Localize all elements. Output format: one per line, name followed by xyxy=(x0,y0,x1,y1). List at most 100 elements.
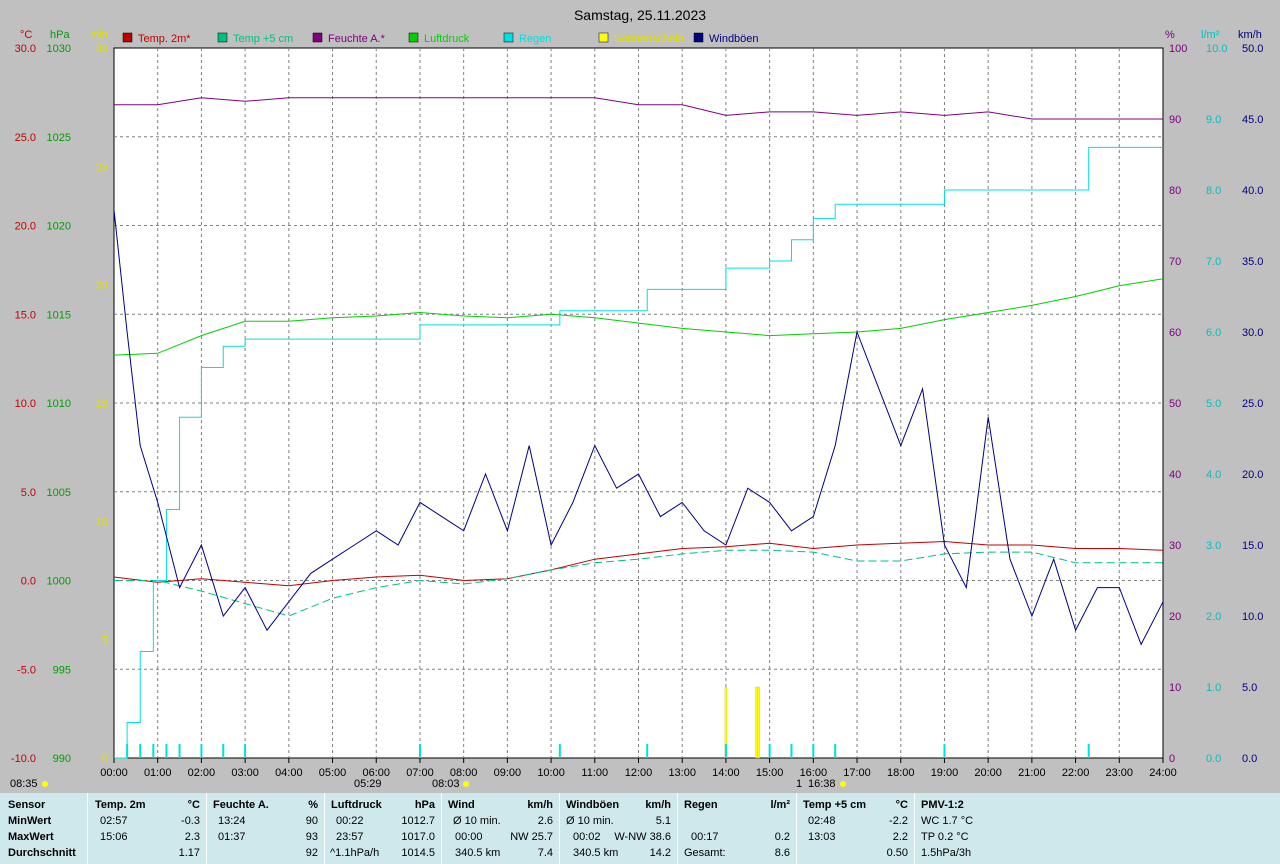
temp-axis-tick: 30.0 xyxy=(15,43,36,55)
sun-axis-tick: 5 xyxy=(102,635,108,647)
rain-tick xyxy=(165,744,168,758)
pressure-axis-tick: 1015 xyxy=(47,309,71,321)
pressure-axis-tick: 1025 xyxy=(47,132,71,144)
x-tick-label: 18:00 xyxy=(887,767,915,779)
header-wind: Wind xyxy=(448,799,475,811)
header-feuchte-unit: % xyxy=(308,799,318,811)
temp-axis-tick: 20.0 xyxy=(15,221,36,233)
x-tick-label: 10:00 xyxy=(537,767,565,779)
legend-label: Windböen xyxy=(709,33,759,45)
sun-markers: 08:35 05:29 08:03 16:38 1 xyxy=(10,778,846,790)
regen-total-value: 8.6 xyxy=(774,847,790,859)
x-tick-label: 01:00 xyxy=(144,767,172,779)
x-tick-label: 09:00 xyxy=(494,767,522,779)
rain-axis-tick: 9.0 xyxy=(1206,114,1221,126)
header-luftdruck-unit: hPa xyxy=(414,799,435,811)
header-boeen: Windböen xyxy=(566,799,620,811)
temp5cm-min-time: 02:48 xyxy=(808,815,836,827)
pressure-axis-tick: 1010 xyxy=(47,398,71,410)
temp2m-min-value: -0.3 xyxy=(181,815,200,827)
wind-axis-tick: 35.0 xyxy=(1242,256,1263,268)
wind-min-value: 2.6 xyxy=(537,815,553,827)
wind-axis-tick: 40.0 xyxy=(1242,185,1263,197)
rain-tick xyxy=(1087,744,1090,758)
rain-tick xyxy=(152,744,155,758)
x-tick-label: 00:00 xyxy=(100,767,128,779)
wind-axis-tick: 15.0 xyxy=(1242,540,1263,552)
rain-axis-tick: 6.0 xyxy=(1206,327,1221,339)
temp-unit: °C xyxy=(20,29,32,41)
temp-axis-tick: -10.0 xyxy=(11,753,36,765)
x-tick-label: 22:00 xyxy=(1062,767,1090,779)
x-tick-label: 14:00 xyxy=(712,767,740,779)
pressure-axis-tick: 995 xyxy=(53,664,71,676)
wind-axis-tick: 30.0 xyxy=(1242,327,1263,339)
sun-axis-tick: 0 xyxy=(102,753,108,765)
rain-tick xyxy=(812,744,815,758)
legend: Temp. 2m* Temp +5 cm Feuchte A.* Luftdruck R… xyxy=(122,32,759,45)
rain-axis-tick: 0.0 xyxy=(1206,753,1221,765)
feuchte-max-time: 01:37 xyxy=(218,831,246,843)
humidity-unit: % xyxy=(1165,29,1175,41)
humidity-axis-tick: 30 xyxy=(1169,540,1181,552)
temp-axis-tick: -5.0 xyxy=(17,664,36,676)
luftdruck-max-time: 23:57 xyxy=(336,831,364,843)
luftdruck-trend: ^1.1hPa/h xyxy=(330,847,380,859)
pressure-axis-tick: 1005 xyxy=(47,487,71,499)
wind-axis-tick: 5.0 xyxy=(1242,682,1257,694)
pressure-axis-tick: 990 xyxy=(53,753,71,765)
x-tick-label: 20:00 xyxy=(974,767,1002,779)
boeen-max-value: W-NW 38.6 xyxy=(614,831,671,843)
boeen-min-value: 5.1 xyxy=(655,815,671,827)
x-tick-label: 24:00 xyxy=(1149,767,1177,779)
legend-swatch xyxy=(122,32,133,43)
legend-label: Regen xyxy=(519,33,551,45)
rain-tick xyxy=(768,744,771,758)
rain-tick xyxy=(178,744,181,758)
feuchte-avg-value: 92 xyxy=(305,847,318,859)
pressure-unit: hPa xyxy=(50,29,70,41)
x-tick-label: 21:00 xyxy=(1018,767,1046,779)
legend-swatch xyxy=(217,32,228,43)
humidity-axis-tick: 40 xyxy=(1169,469,1181,481)
rain-tick xyxy=(200,744,203,758)
sun-axis-tick: 15 xyxy=(96,398,108,410)
rain-tick xyxy=(139,744,142,758)
row-label-min: MinWert xyxy=(8,815,52,827)
rain-tick xyxy=(244,744,247,758)
x-tick-label: 19:00 xyxy=(931,767,959,779)
pmv-windchill: WC 1.7 °C xyxy=(921,815,974,827)
temp5cm-max-time: 13:03 xyxy=(808,831,836,843)
wind-axis-tick: 45.0 xyxy=(1242,114,1263,126)
legend-label: Feuchte A.* xyxy=(328,33,386,45)
temp2m-min-time: 02:57 xyxy=(100,815,128,827)
rain-axis-tick: 4.0 xyxy=(1206,469,1221,481)
temp2m-avg-value: 1.17 xyxy=(178,847,200,859)
humidity-axis-tick: 20 xyxy=(1169,611,1181,623)
rain-axis-tick: 5.0 xyxy=(1206,398,1221,410)
x-tick-label: 11:00 xyxy=(581,767,608,779)
pressure-axis-tick: 1020 xyxy=(47,221,71,233)
temp5cm-min-value: -2.2 xyxy=(889,815,908,827)
statistics-table: Sensor MinWert MaxWert Durchschnitt Temp… xyxy=(0,793,1280,864)
wind-avg-value: 7.4 xyxy=(537,847,553,859)
legend-label: Temp. 2m* xyxy=(138,33,191,45)
rain-axis-tick: 1.0 xyxy=(1206,682,1221,694)
humidity-axis-tick: 10 xyxy=(1169,682,1181,694)
x-tick-label: 04:00 xyxy=(275,767,303,779)
rain-tick xyxy=(834,744,837,758)
header-temp2m: Temp. 2m xyxy=(95,799,146,811)
regen-total-label: Gesamt: xyxy=(684,847,726,859)
rain-axis-tick: 8.0 xyxy=(1206,185,1221,197)
pressure-axis-tick: 1030 xyxy=(47,43,71,55)
chart-title: Samstag, 25.11.2023 xyxy=(574,7,706,23)
header-sensor: Sensor xyxy=(8,799,46,811)
humidity-axis-tick: 50 xyxy=(1169,398,1181,410)
header-wind-unit: km/h xyxy=(527,799,553,811)
sunshine-bar xyxy=(757,686,760,759)
sun-axis-tick: 30 xyxy=(96,43,108,55)
sun-unit: min xyxy=(90,29,108,41)
header-boeen-unit: km/h xyxy=(645,799,671,811)
humidity-axis-tick: 0 xyxy=(1169,753,1175,765)
sun-icon xyxy=(42,781,48,787)
